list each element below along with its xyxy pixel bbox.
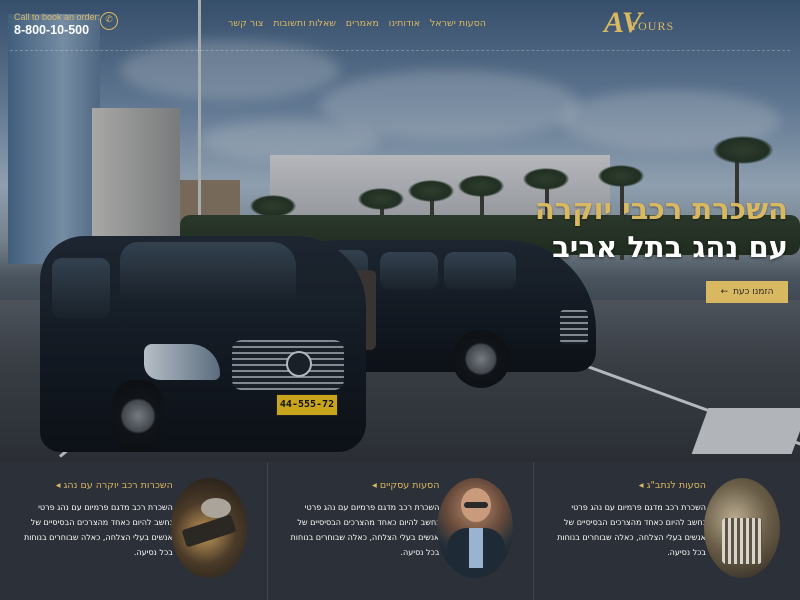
header-divider (10, 50, 790, 51)
arrow-left-icon: ← (720, 287, 729, 297)
order-now-label: הזמנו כעת (733, 287, 774, 297)
hero-headline-1: השכרת רכבי יוקרה (534, 192, 788, 226)
services-strip: הסעות לנתב"ג ◂ השכרת רכב מדגם פרמיום עם … (0, 462, 800, 600)
service-image-interior (170, 478, 247, 578)
nav-item-israel-transfers[interactable]: הסעות ישראל (430, 18, 486, 34)
order-now-button[interactable]: הזמנו כעת ← (706, 281, 788, 303)
service-title[interactable]: הסעות לנתב"ג ◂ (639, 480, 706, 491)
service-title[interactable]: הסעות עסקיים ◂ (372, 480, 439, 491)
service-card-business[interactable]: הסעות עסקיים ◂ השכרת רכב מדגם פרמיום עם … (266, 462, 534, 600)
service-description: השכרת רכב מדגם פרמיום עם נהג פרטי נחשב ל… (290, 503, 440, 557)
hero-banner: 44-555-72 Call to book an order: 8-800-1… (0, 0, 800, 462)
hero-headline-2: עם נהג בתל אביב (552, 230, 788, 264)
service-card-airport[interactable]: הסעות לנתב"ג ◂ השכרת רכב מדגם פרמיום עם … (533, 462, 800, 600)
service-description: השכרת רכב מדגם פרמיום עם נהג פרטי נחשב ל… (557, 503, 706, 557)
nav-item-contact[interactable]: צור קשר (228, 18, 263, 34)
chevron-icon: ◂ (372, 480, 377, 491)
service-title[interactable]: השכרות רכב יוקרה עם נהג ◂ (56, 480, 173, 491)
nav-item-faq[interactable]: שאלות ותשובות (273, 18, 336, 34)
main-nav: הסעות ישראל אודותינו מאמרים שאלות ותשובו… (228, 18, 486, 34)
service-description: השכרת רכב מדגם פרמיום עם נהג פרטי נחשב ל… (23, 503, 173, 557)
logo-text: TOURS (630, 19, 675, 33)
nav-item-about[interactable]: אודותינו (389, 18, 420, 34)
chevron-icon: ◂ (638, 480, 644, 491)
phone-icon[interactable]: ✆ (100, 12, 118, 30)
service-card-luxury-rental[interactable]: השכרות רכב יוקרה עם נהג ◂ השכרת רכב מדגם… (0, 462, 267, 600)
site-logo[interactable]: AV TOURS (604, 6, 674, 40)
nav-item-articles[interactable]: מאמרים (346, 18, 379, 34)
chevron-icon: ◂ (55, 480, 61, 491)
service-image-businessman (437, 478, 514, 578)
service-image-car (704, 478, 780, 578)
